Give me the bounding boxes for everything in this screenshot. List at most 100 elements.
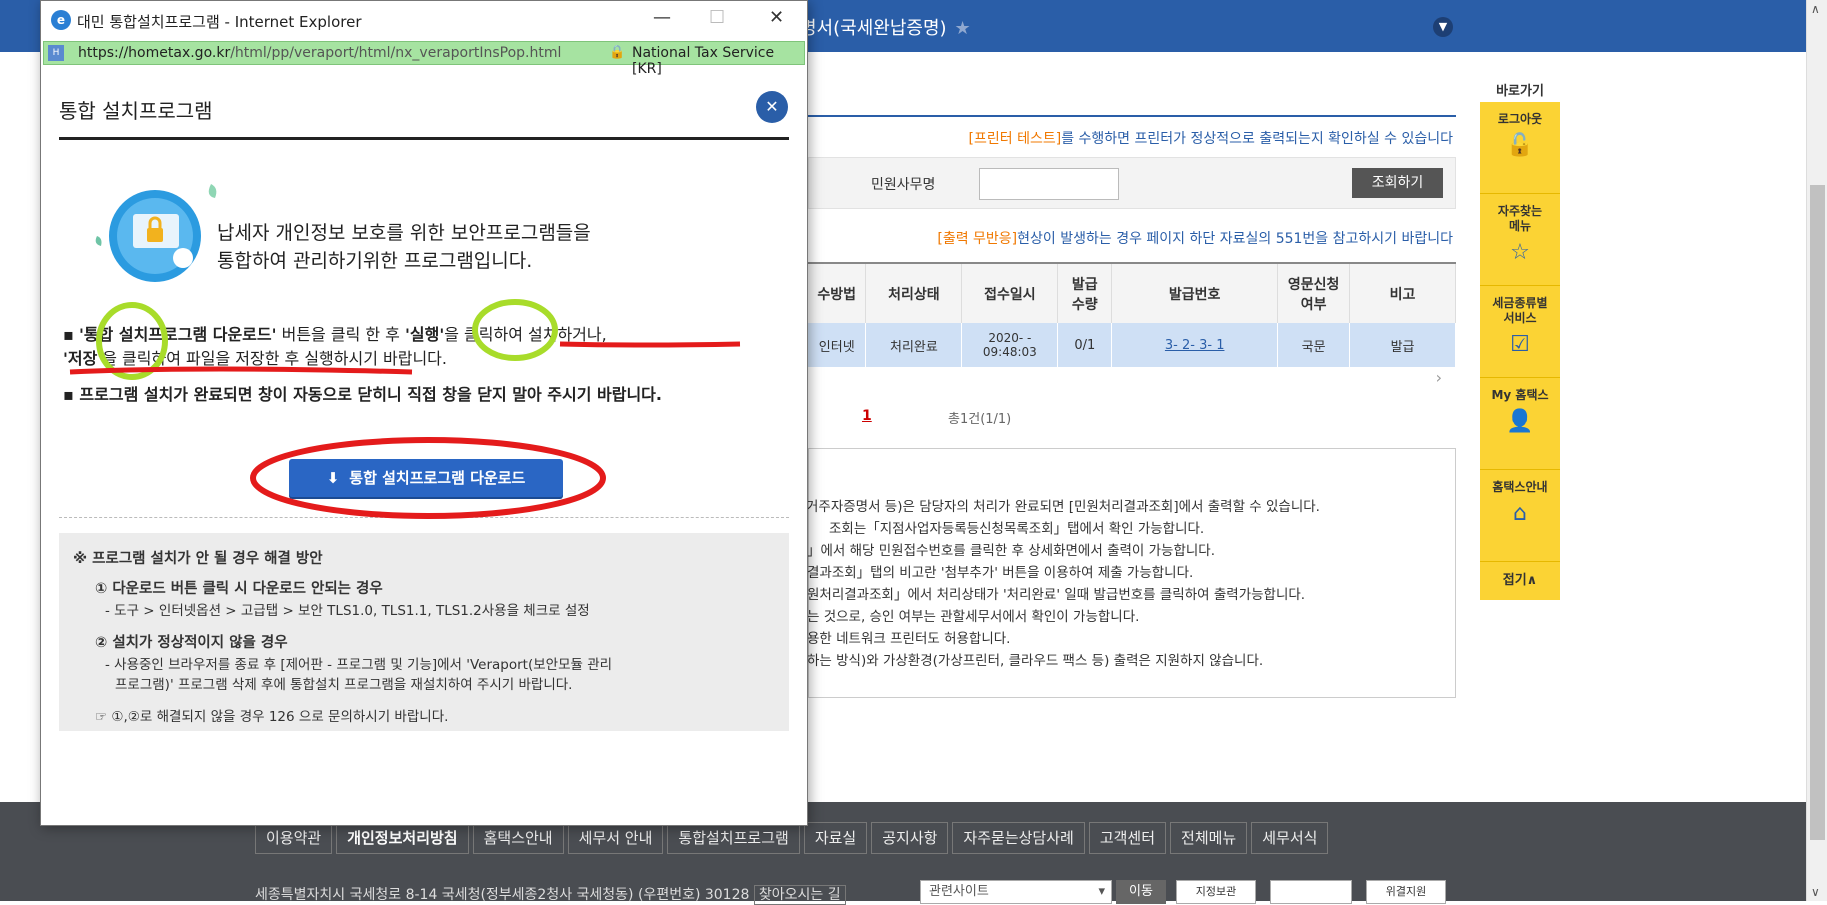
window-title: 대민 통합설치프로그램 - Internet Explorer (77, 13, 362, 31)
minimize-button[interactable]: — (653, 7, 671, 28)
result-table: 수방법 처리상태 접수일시 발급 수량 발급번호 영문신청 여부 비고 인터넷 … (808, 262, 1456, 367)
issue-number-link[interactable]: 3- 2- 3- 1 (1111, 323, 1279, 367)
address-bar[interactable]: H https://hometax.go.kr/html/pp/veraport… (43, 41, 805, 77)
star-icon: ☆ (1510, 240, 1530, 265)
info-line: 원처리결과조회」에서 처리상태가 '처리완료' 일때 발급번호를 클릭하여 출력… (807, 587, 1306, 603)
quick-menu-title: 바로가기 (1496, 84, 1544, 99)
chevron-down-icon: ▾ (1098, 884, 1105, 899)
directions-link[interactable]: 찾아오시는 길 (753, 885, 846, 905)
related-sites-select[interactable]: 관련사이트 ▾ (920, 880, 1112, 904)
table-cell: 발급 (1349, 323, 1456, 367)
info-line: 하는 방식)와 가상환경(가상프린터, 클라우드 팩스 등) 출력은 지원하지 … (807, 653, 1264, 669)
table-cell: 처리완료 (865, 323, 963, 367)
quick-logout[interactable]: 로그아웃 🔓 (1480, 102, 1560, 194)
info-line: 거주자증명서 등)은 담당자의 처리가 완료되면 [민원처리결과조회]에서 출력… (806, 499, 1320, 515)
footer-link[interactable]: 고객센터 (1088, 822, 1167, 854)
quick-tax-services[interactable]: 세금종류별 서비스 ☑ (1480, 286, 1560, 378)
instruction-bullet-1: ▪ '통합 설치프로그램 다운로드' 버튼을 클릭 한 후 '실행'을 클릭하여… (63, 325, 607, 368)
footer-link[interactable]: 개인정보처리방침 (336, 822, 469, 854)
hometax-page: 명서(국세완납증명) ★ ▼ ∧ ∨ [프린터 테스트]를 수행하면 프린터가 정… (0, 0, 1827, 905)
site-icon: H (48, 45, 64, 61)
search-label: 민원사무명 (871, 177, 936, 193)
security-identity[interactable]: National Tax Service [KR] (632, 45, 804, 77)
checkbox-icon: ☑ (1510, 332, 1530, 357)
security-program-logo (95, 184, 217, 282)
chevron-down-icon[interactable]: ▼ (1433, 17, 1453, 37)
quick-favorites[interactable]: 자주찾는 메뉴 ☆ (1480, 194, 1560, 286)
help-item-2-title: ② 설치가 정상적이지 않을 경우 (95, 635, 288, 651)
vertical-scrollbar[interactable]: ∧ ∨ (1806, 0, 1827, 901)
column-header: 수방법 (808, 262, 867, 323)
column-header: 발급 수량 (1057, 262, 1113, 323)
info-line: 조회는「지점사업자등록등신청목록조회」탭에서 확인 가능합니다. (829, 521, 1205, 537)
info-line: 」에서 해당 민원접수번호를 클릭한 후 상세화면에서 출력이 가능합니다. (807, 543, 1216, 559)
footer-address: 세종특별자치시 국세청로 8-14 국세청(정부세종2청사 국세청동) (우편번… (255, 884, 846, 905)
table-cell: 0/1 (1057, 323, 1113, 367)
chevron-right-icon[interactable]: › (1436, 368, 1442, 387)
footer-link[interactable]: 공지사항 (871, 822, 949, 854)
maximize-button[interactable]: ☐ (709, 7, 725, 28)
unlock-icon: 🔓 (1506, 133, 1534, 158)
help-contact: ☞ ①,②로 해결되지 않을 경우 126 으로 문의하시기 바랍니다. (95, 709, 449, 725)
help-item-2-text: 프로그램)' 프로그램 삭제 후에 통합설치 프로그램을 재설치하여 주시기 바… (115, 677, 573, 693)
column-header: 처리상태 (865, 262, 963, 323)
column-header: 비고 (1349, 262, 1456, 323)
section-divider (808, 115, 1456, 117)
download-installer-button[interactable]: ⬇ 통합 설치프로그램 다운로드 (289, 459, 563, 497)
go-button[interactable]: 이동 (1116, 880, 1166, 904)
footer-link[interactable]: 전체메뉴 (1170, 822, 1248, 854)
installer-popup-window: e 대민 통합설치프로그램 - Internet Explorer — ☐ ✕ … (40, 0, 808, 826)
person-icon: 👤 (1506, 409, 1534, 434)
printer-test-link[interactable]: [프린터 테스트] (969, 131, 1062, 147)
info-box: 거주자증명서 등)은 담당자의 처리가 완료되면 [민원처리결과조회]에서 출력… (806, 448, 1456, 698)
help-title: ※ 프로그램 설치가 안 될 경우 해결 방안 (73, 551, 323, 567)
footer-link[interactable]: 자주묻는상담사례 (952, 822, 1085, 854)
table-cell: 국문 (1277, 323, 1351, 367)
popup-description: 납세자 개인정보 보호를 위한 보안프로그램들을 통합하여 관리하기위한 프로그… (217, 222, 591, 272)
column-header: 영문신청 여부 (1277, 262, 1351, 323)
page-number-current[interactable]: 1 (862, 408, 872, 424)
printer-test-notice: [프린터 테스트]를 수행하면 프린터가 정상적으로 출력되는지 확인하실 수 … (968, 131, 1453, 147)
table-horizontal-scroll[interactable]: › (808, 368, 1456, 388)
download-icon: ⬇ (326, 469, 340, 487)
column-header: 접수일시 (961, 262, 1059, 323)
footer-badge[interactable] (1270, 880, 1352, 904)
footer-badge[interactable]: 위결지원 (1366, 880, 1446, 904)
scroll-down-arrow-icon[interactable]: ∨ (1811, 885, 1820, 899)
footer-badge[interactable]: 지정보관 (1176, 880, 1256, 904)
footer-link[interactable]: 홈택스안내 (472, 822, 564, 854)
internet-explorer-icon: e (51, 10, 71, 30)
civil-affair-name-input[interactable] (979, 168, 1119, 200)
table-cell: 인터넷 (808, 323, 867, 367)
quick-menu-fold-button[interactable]: 접기∧ (1480, 562, 1560, 600)
help-item-1-text: - 도구 > 인터넷옵션 > 고급탭 > 보안 TLS1.0, TLS1.1, … (105, 603, 590, 619)
info-line: 용한 네트워크 프린터도 허용합니다. (807, 631, 1011, 647)
note-icon: ☞ (95, 709, 112, 725)
footer-link[interactable]: 통합설치프로그램 (667, 822, 800, 854)
table-cell: 2020- - 09:48:03 (961, 323, 1059, 367)
close-window-button[interactable]: ✕ (769, 7, 784, 28)
footer-link[interactable]: 세무서 안내 (567, 822, 664, 854)
heading-rule (59, 137, 789, 140)
info-line: 는 것으로, 승인 여부는 관할세무서에서 확인이 가능합니다. (807, 609, 1140, 625)
table-header-row: 수방법 처리상태 접수일시 발급 수량 발급번호 영문신청 여부 비고 (808, 262, 1456, 323)
table-row[interactable]: 인터넷 처리완료 2020- - 09:48:03 0/1 3- 2- 3- 1… (808, 323, 1456, 367)
total-count: 총1건(1/1) (948, 412, 1012, 427)
troubleshooting-box: ※ 프로그램 설치가 안 될 경우 해결 방안 ① 다운로드 버튼 클릭 시 다… (59, 533, 789, 731)
quick-hometax-guide[interactable]: 홈택스안내 ⌂ (1480, 470, 1560, 562)
search-button[interactable]: 조회하기 (1352, 168, 1443, 198)
quick-my-hometax[interactable]: My 홈택스 👤 (1480, 378, 1560, 470)
scrollbar-thumb[interactable] (1810, 185, 1825, 840)
scroll-up-arrow-icon[interactable]: ∧ (1811, 2, 1820, 16)
footer-link[interactable]: 이용약관 (255, 822, 333, 854)
search-panel: 민원사무명 조회하기 (808, 157, 1456, 209)
favorite-star-icon[interactable]: ★ (955, 18, 971, 39)
column-header: 발급번호 (1111, 262, 1279, 323)
close-popup-button[interactable]: ✕ (756, 91, 788, 123)
footer-link[interactable]: 자료실 (803, 822, 868, 854)
footer-link[interactable]: 세무서식 (1251, 822, 1329, 854)
popup-heading: 통합 설치프로그램 (59, 99, 213, 123)
info-line: 결과조회」탭의 비고란 '첨부추가' 버튼을 이용하여 제출 가능합니다. (807, 565, 1194, 581)
dashed-divider (59, 517, 789, 518)
window-titlebar[interactable]: e 대민 통합설치프로그램 - Internet Explorer — ☐ ✕ (41, 1, 807, 39)
